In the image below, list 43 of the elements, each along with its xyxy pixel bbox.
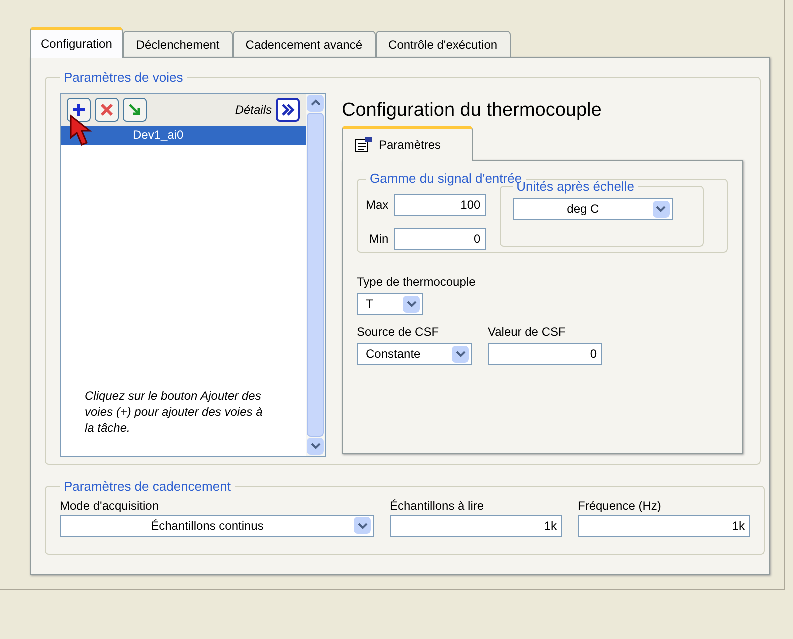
tab[interactable]: Paramètres: [342, 126, 473, 162]
input-field[interactable]: 1k: [578, 514, 750, 536]
group-legend: Paramètres de cadencement: [60, 477, 235, 496]
group-legend: Paramètres de voies: [60, 68, 188, 88]
details-button[interactable]: [276, 98, 300, 122]
channel-item[interactable]: Dev1_ai0: [61, 126, 306, 144]
input-field[interactable]: 0: [394, 228, 486, 250]
tab[interactable]: Configuration: [30, 27, 124, 58]
plus-icon: [72, 102, 86, 116]
samples-label: Échantillons à lire: [390, 498, 486, 514]
move-button[interactable]: [123, 98, 147, 122]
add-button[interactable]: [67, 98, 91, 122]
input-field[interactable]: 1k: [390, 514, 562, 536]
mode-label: Mode d'acquisition: [60, 498, 160, 514]
cjc-value-label: Valeur de CSF: [488, 324, 567, 342]
details-label: Détails: [235, 102, 272, 118]
section-title: Configuration du thermocouple: [342, 98, 603, 122]
dropdown[interactable]: deg C: [512, 198, 673, 220]
chevron-up-icon: [310, 99, 320, 107]
dropdown[interactable]: Échantillons continus: [60, 514, 374, 536]
clipboard-icon: [355, 137, 373, 154]
scroll-down-button[interactable]: [307, 438, 324, 454]
rate-label: Fréquence (Hz): [578, 498, 662, 514]
input-field[interactable]: 100: [394, 194, 486, 216]
tab[interactable]: Contrôle d'exécution: [376, 31, 511, 57]
min-label: Min: [368, 230, 389, 248]
diagonal-arrow-icon: [127, 102, 143, 118]
hint-text: Cliquez sur le bouton Ajouter des voies (+) pour ajouter des voies à la tâche.: [85, 388, 263, 436]
type-label: Type de thermocouple: [357, 274, 477, 292]
cursor-icon: [69, 114, 95, 148]
input-field[interactable]: 0: [488, 343, 602, 366]
dropdown[interactable]: Constante: [357, 343, 472, 366]
remove-button[interactable]: [95, 98, 119, 122]
max-label: Max: [366, 196, 389, 214]
scroll-up-button[interactable]: [307, 94, 324, 112]
dropdown[interactable]: T: [357, 293, 423, 316]
tab[interactable]: Cadencement avancé: [232, 31, 376, 57]
double-chevron-icon: [281, 104, 295, 116]
chevron-down-icon: [310, 442, 320, 450]
scroll-thumb[interactable]: [307, 112, 324, 436]
close-icon: [100, 102, 114, 116]
tab[interactable]: Déclenchement: [123, 31, 233, 57]
cjc-source-label: Source de CSF: [357, 324, 440, 342]
